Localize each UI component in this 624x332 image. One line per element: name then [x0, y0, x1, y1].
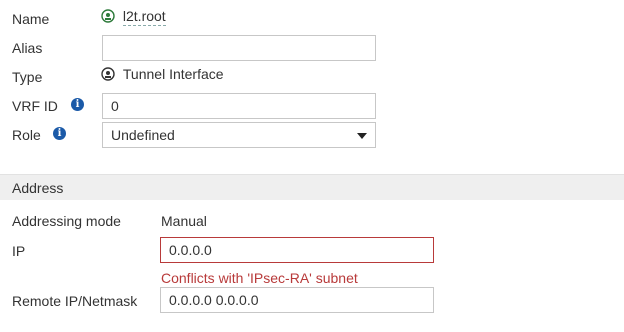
ip-error-message: Conflicts with 'IPsec-RA' subnet: [161, 270, 358, 286]
type-value-group: Tunnel Interface: [101, 65, 224, 83]
interface-edit-form: Name l2t.root Alias Type Tunnel Interfac…: [0, 0, 624, 332]
vrf-id-label: VRF ID: [12, 98, 58, 114]
ip-input[interactable]: [160, 237, 434, 263]
address-section-header: Address: [0, 174, 624, 200]
info-icon[interactable]: i: [53, 127, 66, 140]
alias-label: Alias: [12, 40, 43, 56]
vrf-id-input[interactable]: [102, 93, 376, 119]
info-icon[interactable]: i: [71, 98, 84, 111]
addressing-mode-value: Manual: [161, 213, 207, 229]
ip-label: IP: [12, 243, 26, 259]
alias-input[interactable]: [102, 35, 376, 61]
role-select[interactable]: Undefined: [102, 122, 376, 148]
tunnel-interface-icon: [101, 67, 115, 81]
tunnel-interface-icon: [101, 9, 115, 23]
name-value-group: l2t.root: [101, 7, 166, 26]
remote-ip-label: Remote IP/Netmask: [12, 293, 138, 309]
name-label: Name: [12, 11, 50, 27]
addressing-mode-label: Addressing mode: [12, 213, 121, 229]
remote-ip-input[interactable]: [160, 287, 434, 313]
name-value: l2t.root: [122, 8, 166, 26]
chevron-down-icon: [357, 133, 367, 139]
type-value: Tunnel Interface: [122, 66, 224, 82]
role-select-value: Undefined: [111, 127, 175, 143]
type-label: Type: [12, 69, 43, 85]
role-label: Role: [12, 127, 41, 143]
address-section-title: Address: [12, 180, 64, 196]
